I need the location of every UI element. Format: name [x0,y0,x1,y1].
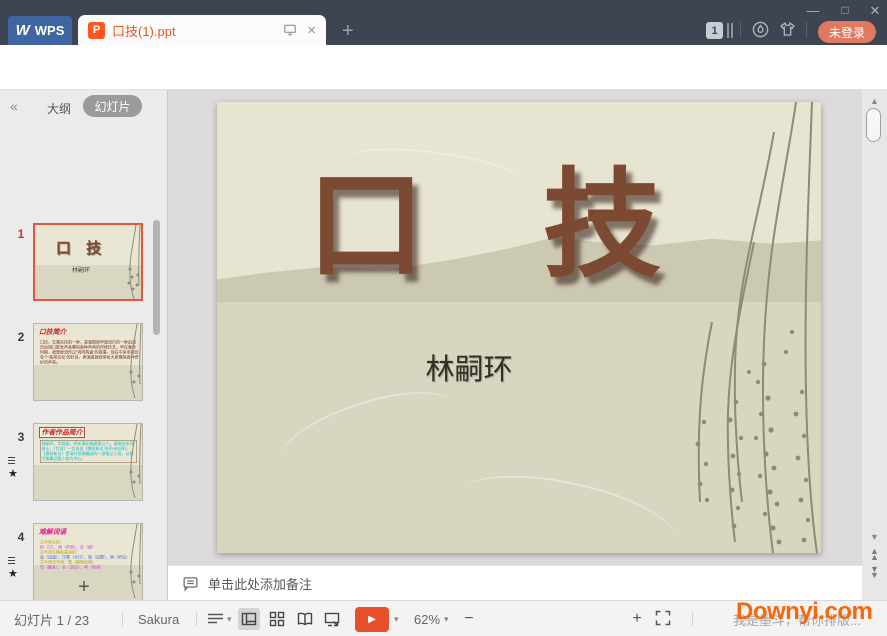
new-tab-button[interactable]: + [342,20,354,43]
editing-canvas: 口 技 林嗣环 [168,90,887,565]
ribbon-bar: 文件 ⌄ ⌄ 开始 插入 设计 切换 动画 幻灯片放映 审 › [0,45,887,90]
wps-hotspot-icon[interactable] [751,20,770,39]
thumb1-title: 口 技 [35,237,127,258]
next-slide-button[interactable]: ▼ ▼ [862,566,887,578]
wps-logo-text: WPS [35,23,65,38]
sidebar-scrollbar-thumb[interactable] [153,220,160,335]
normal-view-icon [241,611,257,627]
thumb2-title: 口技简介 [39,327,66,336]
slide-2-number: 2 [12,330,30,344]
zoom-level-caret-icon[interactable]: ▾ [444,601,449,636]
reading-view-icon [297,611,313,627]
wps-menu-button[interactable]: W WPS [8,16,72,45]
slide-counter: 幻灯片 1 / 23 [14,601,89,636]
ppt-file-icon: P [88,22,105,39]
slideshow-view-button[interactable] [321,608,343,630]
scrollbar-thumb[interactable] [866,108,881,142]
titlebar-divider [806,22,807,38]
slide-4-animation-indicator[interactable]: ★ [8,556,32,565]
wps-presentation-window: W WPS P 口技(1).ppt × + — □ ✕ 1 未登录 [0,0,887,636]
slide-thumbnail-1[interactable]: 口 技 林嗣环 [33,223,143,301]
tab-close-icon[interactable]: × [307,23,316,38]
tab-outline[interactable]: 大纲 [47,100,71,117]
slide-sorter-view-button[interactable] [266,608,288,630]
main-scrollbar: ▲ ▼ ▲ ▲ ▼ ▼ [862,90,887,600]
window-minimize-button[interactable]: — [800,3,826,18]
window-close-button[interactable]: ✕ [862,3,887,19]
slide-4-number: 4 [12,530,30,544]
willow-decoration-icon [122,424,142,498]
wps-logo-icon: W [16,22,30,39]
tab-slides[interactable]: 幻灯片 [83,95,142,117]
previous-slide-button[interactable]: ▲ ▲ [862,548,887,560]
document-tab-title: 口技(1).ppt [112,21,283,40]
fit-screen-icon [655,610,671,626]
animation-star-icon: ★ [8,456,18,492]
normal-view-button[interactable] [238,608,260,630]
scroll-down-icon[interactable]: ▼ [862,532,887,542]
notes-icon [182,575,199,592]
downyi-watermark: Downyi.com [736,598,872,626]
login-button[interactable]: 未登录 [818,21,876,43]
slide-3-number: 3 [12,430,30,444]
play-slideshow-button[interactable]: ▶ [355,607,389,632]
thumb4-title: 难解词语 [39,527,66,536]
statusbar-divider [122,612,123,626]
document-tab[interactable]: P 口技(1).ppt × [78,15,326,45]
slide-thumbnail-2[interactable]: 口技简介 口技，它属杂技的一种，是我国很早就流行的一种由演员运用口腔发声来摹拟各… [33,323,143,401]
slide-sorter-icon [269,611,285,627]
zoom-in-button[interactable]: + [626,607,648,631]
theme-name[interactable]: Sakura [138,601,179,636]
thumb3-title: 作者作品简介 [39,427,85,438]
slide-title[interactable]: 口 技 [217,154,751,296]
slide-thumbnail-3[interactable]: 作者作品简介 林嗣环，字铁崖，明末清初福建晋江人，清顺治年间进士。《口技》一文选… [33,423,143,501]
add-slide-button[interactable]: + [0,575,168,600]
notes-bar[interactable]: 单击此处添加备注 [168,565,862,600]
display-options-icon [208,613,224,625]
statusbar-divider [196,612,197,626]
slide-subtitle[interactable]: 林嗣环 [217,346,721,388]
notes-placeholder: 单击此处添加备注 [208,574,312,593]
slide-panel: « 大纲 幻灯片 1 口 技 林嗣环 2 口技简介 口技，它属杂技的一种，是我国… [0,90,168,600]
window-maximize-button[interactable]: □ [832,3,858,17]
scroll-up-icon[interactable]: ▲ [862,96,887,106]
collapse-panel-icon[interactable]: « [10,98,18,114]
play-icon: ▶ [368,614,376,625]
slide-1-number: 1 [12,227,30,241]
zoom-out-button[interactable]: − [458,607,480,631]
slide-3-animation-indicator[interactable]: ★ [8,456,32,465]
fit-to-window-button[interactable] [655,610,671,626]
willow-decoration-icon [121,225,141,299]
zoom-level[interactable]: 62% [414,601,440,636]
current-slide[interactable]: 口 技 林嗣环 [217,102,821,553]
willow-decoration-icon [122,324,142,398]
presentation-monitor-icon[interactable] [283,23,297,37]
notes-options-button[interactable]: ▾ [208,601,232,636]
statusbar-divider [692,612,693,626]
reading-view-button[interactable] [294,608,316,630]
window-manager-badge[interactable]: 1 [706,22,723,39]
window-stack-icon [727,23,733,38]
slideshow-view-icon [324,611,340,627]
thumb1-subtitle: 林嗣环 [35,265,127,274]
titlebar: W WPS P 口技(1).ppt × + — □ ✕ 1 未登录 [0,0,887,45]
titlebar-divider [740,22,741,38]
play-options-caret-icon[interactable]: ▾ [394,601,399,636]
skin-center-icon[interactable] [778,20,797,39]
